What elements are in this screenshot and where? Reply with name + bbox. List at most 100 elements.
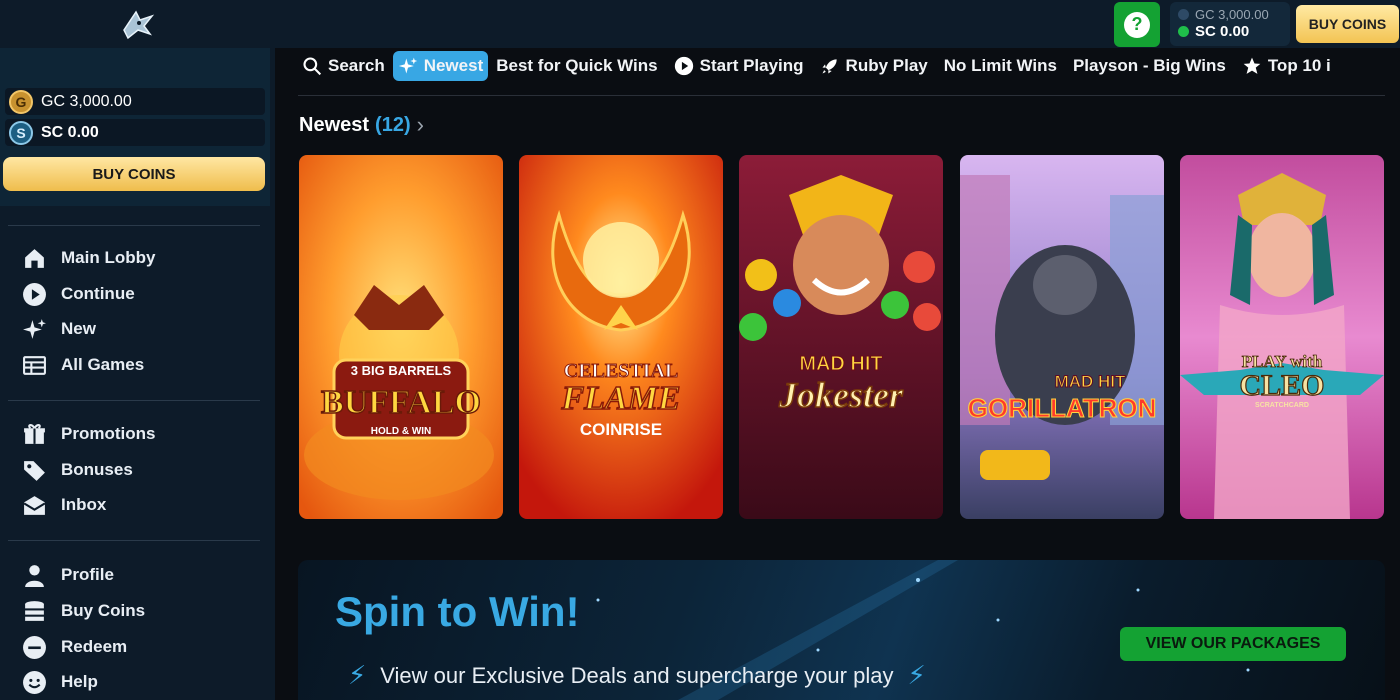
sidebar-item-promotions[interactable]: Promotions (22, 420, 155, 448)
tab-top-10[interactable]: Top 10 i (1234, 51, 1339, 81)
tab-best-for-quick-wins[interactable]: Best for Quick Wins (488, 51, 665, 81)
game-title: Jokester (778, 375, 904, 415)
tab-no-limit-wins[interactable]: No Limit Wins (936, 51, 1065, 81)
sidebar-item-all-games[interactable]: All Games (22, 351, 144, 379)
sidebar-item-label: Help (61, 672, 98, 691)
smile-icon (23, 670, 46, 694)
header-balance[interactable]: GC 3,000.00 SC 0.00 (1170, 2, 1290, 46)
game-art: MAD HIT GORILLATRON (960, 155, 1164, 519)
minus-circle-icon (23, 635, 46, 659)
play-circle-icon (674, 56, 693, 76)
game-tile-celestial-flame[interactable]: CELESTIAL FLAME COINRISE (519, 155, 723, 519)
tab-start-playing[interactable]: Start Playing (666, 51, 812, 81)
game-art: CELESTIAL FLAME COINRISE (519, 155, 723, 519)
play-circle-icon (23, 282, 46, 306)
game-tile-gorillatron[interactable]: MAD HIT GORILLATRON (960, 155, 1164, 519)
game-art: PLAY with CLEO SCRATCHCARD (1180, 155, 1384, 519)
header-gc-balance: GC 3,000.00 (1195, 7, 1269, 22)
game-tile-play-with-cleo[interactable]: PLAY with CLEO SCRATCHCARD (1180, 155, 1384, 519)
game-title: GORILLATRON (968, 393, 1157, 423)
sidebar-gc-balance: GC 3,000.00 (41, 92, 132, 110)
shark-logo-icon (122, 10, 154, 40)
promo-banner: Spin to Win! ⚡ View our Exclusive Deals … (298, 560, 1385, 700)
game-tag: HOLD & WIN (371, 426, 432, 437)
banner-subtitle-row: ⚡ View our Exclusive Deals and superchar… (348, 660, 926, 691)
sidebar-item-new[interactable]: New (22, 315, 96, 343)
coin-stack-icon (25, 600, 44, 621)
game-subtitle: 3 BIG BARRELS (351, 363, 452, 378)
tab-label: Newest (423, 56, 484, 75)
sidebar-item-profile[interactable]: Profile (22, 561, 114, 589)
search-icon (303, 57, 322, 76)
tab-ruby-play[interactable]: Ruby Play (812, 51, 936, 81)
tab-label: No Limit Wins (943, 56, 1057, 75)
sidebar-item-label: Continue (61, 284, 135, 303)
sidebar-item-label: Profile (61, 565, 114, 584)
rocket-icon (822, 59, 837, 74)
tab-newest[interactable]: Newest (392, 51, 489, 81)
game-tile-jokester[interactable]: MAD HIT Jokester (739, 155, 943, 519)
sidebar-sc-row: S SC 0.00 (5, 119, 265, 146)
divider (298, 95, 1385, 96)
game-subtitle: CELESTIAL (564, 360, 679, 382)
game-art: MAD HIT Jokester (739, 155, 943, 519)
help-button[interactable]: ? (1114, 2, 1160, 47)
question-icon: ? (1124, 11, 1150, 38)
divider (8, 400, 260, 401)
game-subtitle: MAD HIT (799, 353, 882, 375)
sidebar-item-label: New (61, 319, 96, 338)
tag-icon (24, 460, 45, 481)
sidebar-item-buy-coins[interactable]: Buy Coins (22, 597, 145, 625)
game-tag: COINRISE (580, 420, 662, 439)
section-title: Newest (299, 113, 370, 136)
sidebar-buy-coins-button[interactable]: BUY COINS (3, 157, 265, 191)
tab-search[interactable]: Search (298, 51, 393, 81)
table-icon (23, 355, 46, 375)
game-title: CLEO (1239, 369, 1324, 402)
sidebar-sc-balance: SC 0.00 (41, 123, 99, 141)
tab-label: Ruby Play (845, 56, 928, 75)
section-header-newest[interactable]: Newest (12) › (299, 112, 424, 138)
star-icon (1243, 57, 1261, 74)
sparkles-icon (23, 318, 46, 339)
sidebar-item-label: Redeem (61, 637, 128, 656)
tab-label: Best for Quick Wins (496, 56, 658, 75)
category-tabs: Search Newest Best for Quick Wins Start … (298, 50, 1400, 82)
sidebar-item-inbox[interactable]: Inbox (22, 491, 106, 519)
lightning-icon: ⚡ (907, 660, 926, 690)
top-bar: ? GC 3,000.00 SC 0.00 BUY COINS (0, 0, 1400, 48)
sidebar-item-label: All Games (61, 355, 145, 374)
game-art: 3 BIG BARRELS BUFFALO HOLD & WIN (299, 155, 503, 519)
site-logo[interactable] (0, 0, 275, 48)
mail-icon (23, 495, 46, 515)
sidebar-wallet: G GC 3,000.00 S SC 0.00 BUY COINS (0, 48, 270, 206)
tab-playson-big-wins[interactable]: Playson - Big Wins (1065, 51, 1234, 81)
sparkles-icon (398, 57, 417, 74)
sidebar-item-label: Buy Coins (61, 601, 146, 620)
sidebar-item-redeem[interactable]: Redeem (22, 633, 127, 661)
divider (8, 540, 260, 541)
sidebar: G GC 3,000.00 S SC 0.00 BUY COINS Main L… (0, 48, 275, 700)
sidebar-item-help[interactable]: Help (22, 668, 98, 696)
game-tile-buffalo[interactable]: 3 BIG BARRELS BUFFALO HOLD & WIN (299, 155, 503, 519)
banner-title: Spin to Win! (335, 588, 580, 635)
user-icon (25, 564, 44, 587)
gold-coin-icon: G (9, 89, 33, 114)
sidebar-item-bonuses[interactable]: Bonuses (22, 456, 133, 484)
sidebar-item-label: Main Lobby (61, 248, 156, 267)
game-title: FLAME (560, 380, 680, 417)
sidebar-item-label: Promotions (61, 424, 156, 443)
lightning-icon: ⚡ (348, 660, 367, 690)
gc-dot-icon (1178, 9, 1189, 20)
chevron-right-icon: › (416, 112, 424, 137)
sidebar-item-continue[interactable]: Continue (22, 280, 135, 308)
tab-label: Search (328, 56, 385, 75)
section-count: (12) (375, 113, 411, 136)
header-sc-balance: SC 0.00 (1195, 23, 1250, 40)
view-packages-button[interactable]: VIEW OUR PACKAGES (1120, 627, 1346, 661)
sidebar-item-label: Inbox (61, 495, 107, 514)
sweeps-coin-icon: S (9, 120, 33, 145)
gift-icon (24, 423, 45, 444)
sidebar-item-main-lobby[interactable]: Main Lobby (22, 244, 155, 272)
header-buy-coins-button[interactable]: BUY COINS (1296, 5, 1399, 43)
